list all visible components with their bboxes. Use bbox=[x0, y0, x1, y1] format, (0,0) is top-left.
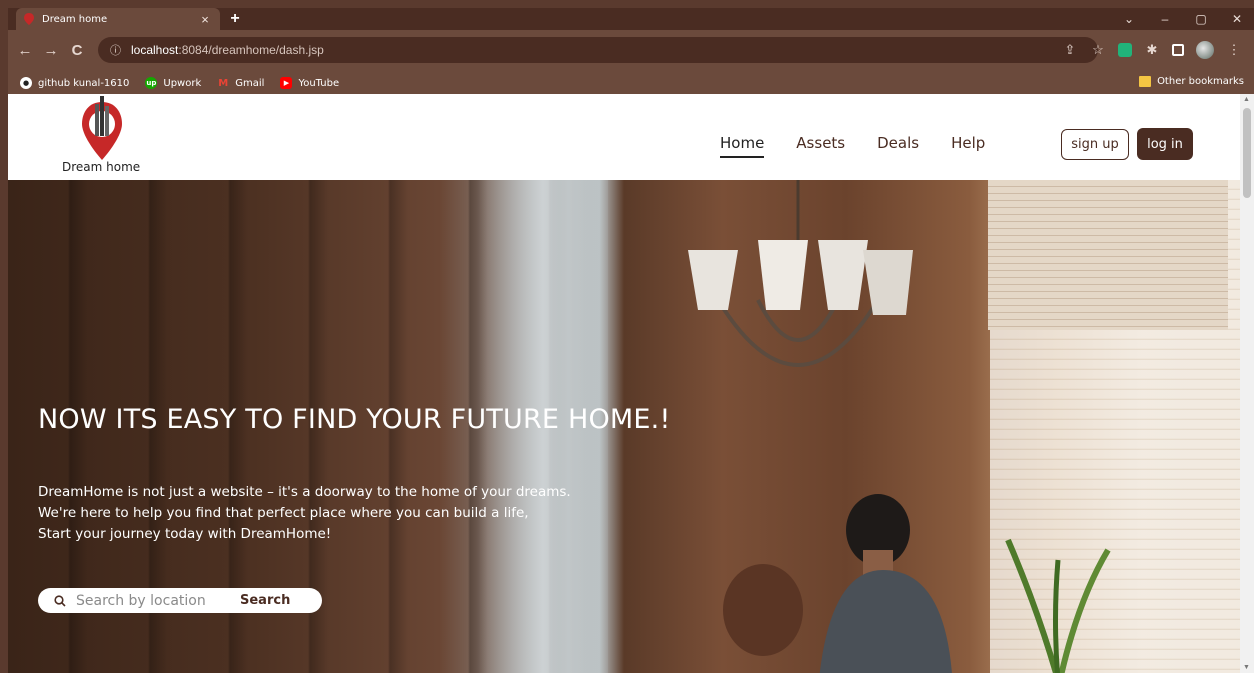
nav-home[interactable]: Home bbox=[720, 134, 765, 158]
other-bookmarks-label: Other bookmarks bbox=[1157, 76, 1244, 87]
scroll-thumb[interactable] bbox=[1243, 108, 1251, 198]
upwork-icon: up bbox=[145, 77, 158, 89]
bookmarks-bar: ● github kunal-1610 up Upwork M Gmail ▶ … bbox=[8, 72, 1254, 94]
nav-deals[interactable]: Deals bbox=[877, 134, 919, 152]
browser-tab[interactable]: Dream home × bbox=[16, 8, 220, 30]
menu-kebab-icon[interactable]: ⋮ bbox=[1226, 42, 1242, 58]
plant-image bbox=[1005, 538, 1111, 673]
window-controls: ⌄ – ▢ ✕ bbox=[1122, 8, 1244, 30]
other-bookmarks[interactable]: Other bookmarks bbox=[1139, 76, 1244, 87]
location-search-input[interactable] bbox=[76, 592, 226, 609]
scroll-up-icon[interactable]: ▲ bbox=[1243, 96, 1250, 103]
url-field[interactable]: ⓘ localhost:8084/dreamhome/dash.jsp bbox=[98, 37, 1098, 63]
close-window-icon[interactable]: ✕ bbox=[1230, 12, 1244, 26]
bookmark-star-icon[interactable]: ☆ bbox=[1090, 42, 1106, 58]
bookmark-label: YouTube bbox=[298, 77, 340, 89]
nav-help[interactable]: Help bbox=[951, 134, 985, 152]
bookmark-label: github kunal-1610 bbox=[38, 77, 130, 89]
back-icon[interactable]: ← bbox=[16, 42, 34, 59]
address-bar: ← → C ⓘ localhost:8084/dreamhome/dash.js… bbox=[8, 30, 1254, 72]
location-pin-logo-icon bbox=[82, 96, 122, 160]
bookmark-github[interactable]: ● github kunal-1610 bbox=[20, 77, 129, 89]
minimize-icon[interactable]: – bbox=[1158, 12, 1172, 26]
reload-icon[interactable]: C bbox=[68, 42, 86, 59]
location-search-bar: Search bbox=[38, 588, 322, 613]
main-nav: Home Assets Deals Help bbox=[720, 134, 985, 158]
new-tab-button[interactable]: + bbox=[226, 9, 244, 29]
tab-title: Dream home bbox=[42, 13, 108, 25]
woman-image bbox=[723, 564, 803, 656]
site-info-icon[interactable]: ⓘ bbox=[110, 42, 121, 58]
tab-close-icon[interactable]: × bbox=[198, 12, 212, 27]
hero-background-blinds bbox=[988, 180, 1228, 330]
dreamhome-favicon-icon bbox=[24, 13, 34, 25]
bookmark-upwork[interactable]: up Upwork bbox=[145, 77, 201, 89]
hero-desc-line: DreamHome is not just a website – it's a… bbox=[38, 484, 571, 500]
login-button[interactable]: log in bbox=[1137, 128, 1193, 160]
signup-button[interactable]: sign up bbox=[1061, 129, 1129, 160]
github-icon: ● bbox=[20, 77, 32, 89]
tab-search-icon[interactable]: ⌄ bbox=[1122, 12, 1136, 26]
man-image bbox=[819, 494, 952, 673]
scroll-down-icon[interactable]: ▼ bbox=[1243, 664, 1250, 671]
chandelier-image bbox=[688, 180, 913, 367]
web-page: Dream home Home Assets Deals Help sign u… bbox=[8, 94, 1240, 673]
hero-description: DreamHome is not just a website – it's a… bbox=[38, 482, 571, 545]
address-bar-icons: ⇪ ☆ ✱ ⋮ bbox=[1062, 41, 1242, 59]
search-button[interactable]: Search bbox=[240, 593, 290, 608]
browser-tabbar: Dream home × + ⌄ – ▢ ✕ bbox=[8, 8, 1254, 30]
page-scrollbar[interactable]: ▲ ▼ bbox=[1240, 94, 1254, 673]
hero-desc-line: Start your journey today with DreamHome! bbox=[38, 526, 332, 542]
restore-icon[interactable]: ▢ bbox=[1194, 12, 1208, 26]
site-header: Dream home Home Assets Deals Help sign u… bbox=[8, 94, 1240, 180]
search-icon bbox=[54, 594, 66, 607]
bookmark-gmail[interactable]: M Gmail bbox=[217, 77, 264, 89]
hero-section: NOW ITS EASY TO FIND YOUR FUTURE HOME.! … bbox=[8, 180, 1240, 673]
youtube-icon: ▶ bbox=[280, 77, 293, 89]
share-icon[interactable]: ⇪ bbox=[1062, 42, 1078, 58]
extensions-puzzle-icon[interactable]: ✱ bbox=[1144, 42, 1160, 58]
extension-icon[interactable] bbox=[1118, 43, 1132, 57]
side-panel-icon[interactable] bbox=[1172, 44, 1184, 56]
nav-assets[interactable]: Assets bbox=[796, 134, 845, 152]
url-host: localhost bbox=[131, 43, 179, 57]
folder-icon bbox=[1139, 76, 1152, 87]
hero-desc-line: We're here to help you find that perfect… bbox=[38, 505, 529, 521]
profile-avatar[interactable] bbox=[1196, 41, 1214, 59]
hero-title: NOW ITS EASY TO FIND YOUR FUTURE HOME.! bbox=[38, 404, 671, 435]
bookmark-youtube[interactable]: ▶ YouTube bbox=[280, 77, 339, 89]
forward-icon[interactable]: → bbox=[42, 42, 60, 59]
bookmark-label: Upwork bbox=[163, 77, 202, 89]
bookmark-label: Gmail bbox=[235, 77, 265, 89]
logo-text: Dream home bbox=[62, 160, 141, 174]
site-logo[interactable]: Dream home bbox=[60, 94, 150, 180]
url-path: :8084/dreamhome/dash.jsp bbox=[178, 43, 324, 57]
gmail-icon: M bbox=[218, 77, 229, 89]
